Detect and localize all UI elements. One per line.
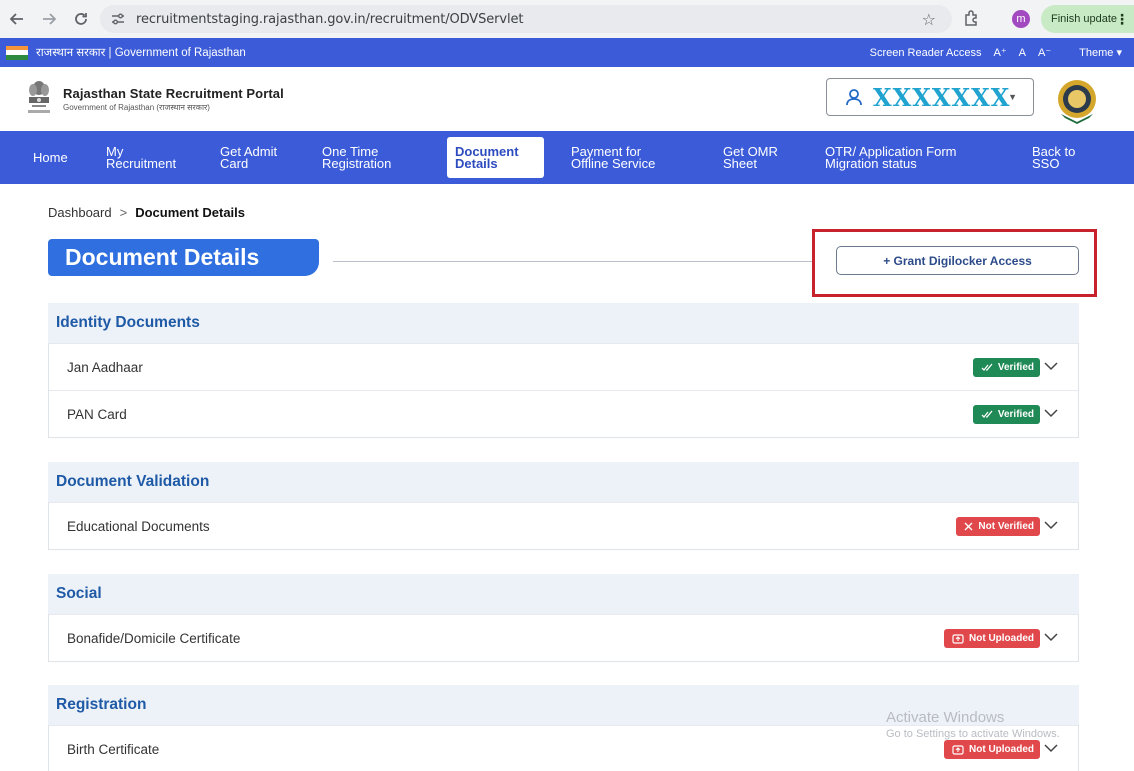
status-badge-verified: Verified (972, 358, 1040, 377)
close-icon (964, 522, 973, 531)
user-icon (846, 89, 862, 106)
national-emblem-icon (28, 81, 50, 113)
document-row-bonafide-domicile[interactable]: Bonafide/Domicile Certificate Not Upload… (49, 614, 1078, 661)
nav-otr-migration-status[interactable]: OTR/ Application Form Migration status (825, 131, 957, 184)
upload-folder-icon (952, 633, 964, 644)
document-row-educational-documents[interactable]: Educational Documents Not Verified (49, 502, 1078, 549)
rajasthan-seal-icon (1058, 80, 1096, 124)
portal-subtitle: Government of Rajasthan (राजस्थान सरकार) (63, 103, 210, 112)
nav-label-line2: Details (455, 155, 498, 171)
browser-toolbar: recruitmentstaging.rajasthan.gov.in/recr… (0, 0, 1134, 38)
chevron-down-icon: ▼ (1008, 92, 1017, 102)
watermark-subtitle: Go to Settings to activate Windows. (886, 728, 1060, 740)
status-label: Not Verified (978, 521, 1034, 532)
url-text: recruitmentstaging.rajasthan.gov.in/recr… (136, 11, 524, 27)
status-label: Not Uploaded (969, 744, 1034, 755)
section-identity-documents: Identity Documents Jan Aadhaar Verified … (48, 303, 1079, 438)
nav-label-line2: Sheet (723, 155, 757, 171)
chevron-down-icon[interactable] (1044, 520, 1058, 530)
nav-payment-offline-service[interactable]: Payment for Offline Service (571, 131, 655, 184)
grant-digilocker-access-button[interactable]: + Grant Digilocker Access (836, 246, 1079, 275)
nav-label-line2: Recruitment (106, 155, 177, 171)
nav-label-line2: Offline Service (571, 155, 656, 171)
status-badge-verified: Verified (972, 405, 1040, 424)
nav-label-line2: Registration (322, 155, 392, 171)
nav-get-admit-card[interactable]: Get Admit Card (220, 131, 277, 184)
screen-reader-link[interactable]: Screen Reader Access (870, 47, 982, 59)
chevron-down-icon[interactable] (1044, 632, 1058, 642)
site-header: Rajasthan State Recruitment Portal Gover… (0, 67, 1134, 131)
portal-title: Rajasthan State Recruitment Portal (63, 86, 284, 101)
activate-windows-watermark: Activate Windows Go to Settings to activ… (886, 709, 1060, 740)
site-settings-icon[interactable] (110, 11, 126, 27)
nav-label-line2: SSO (1032, 155, 1060, 171)
document-name: PAN Card (67, 406, 127, 422)
back-arrow-icon[interactable] (2, 4, 32, 34)
breadcrumb-current: Document Details (135, 205, 246, 220)
nav-label-line2: Card (220, 155, 249, 171)
nav-home-label: Home (33, 149, 68, 165)
font-decrease-button[interactable]: A⁻ (1038, 46, 1051, 59)
nav-get-omr-sheet[interactable]: Get OMR Sheet (723, 131, 778, 184)
document-name: Bonafide/Domicile Certificate (67, 630, 241, 646)
document-name: Educational Documents (67, 518, 210, 534)
breadcrumb-separator: > (119, 205, 128, 220)
font-increase-button[interactable]: A⁺ (994, 46, 1007, 59)
breadcrumb-dashboard-link[interactable]: Dashboard (48, 205, 112, 220)
bookmark-star-icon[interactable]: ☆ (922, 10, 936, 30)
chevron-down-icon[interactable] (1044, 361, 1058, 371)
nav-label-line2: Migration status (825, 155, 917, 171)
status-label: Verified (997, 362, 1034, 373)
title-divider (333, 261, 813, 262)
finish-update-label: Finish update (1051, 13, 1118, 25)
profile-avatar[interactable]: m (1012, 10, 1030, 28)
status-label: Not Uploaded (969, 633, 1034, 644)
nav-one-time-registration[interactable]: One Time Registration (322, 131, 391, 184)
government-strip: राजस्थान सरकार | Government of Rajasthan… (0, 38, 1134, 67)
upload-folder-icon (952, 744, 964, 755)
status-label: Verified (997, 409, 1034, 420)
breadcrumb: Dashboard > Document Details (48, 205, 245, 220)
chevron-down-icon[interactable] (1044, 743, 1058, 753)
status-badge-not-uploaded: Not Uploaded (944, 629, 1040, 648)
extensions-icon[interactable] (962, 8, 982, 28)
government-label: राजस्थान सरकार | Government of Rajasthan (36, 47, 246, 59)
nav-home[interactable]: Home (33, 131, 68, 184)
section-document-validation: Document Validation Educational Document… (48, 462, 1079, 550)
finish-update-button[interactable]: Finish update ⋮ (1041, 5, 1134, 33)
section-title: Document Validation (48, 462, 1079, 502)
india-flag-icon (6, 45, 28, 60)
document-name: Jan Aadhaar (67, 359, 143, 375)
document-name: Birth Certificate (67, 741, 160, 757)
double-check-icon (981, 410, 993, 418)
document-row-pan-card[interactable]: PAN Card Verified (49, 390, 1078, 437)
status-badge-not-verified: Not Verified (956, 517, 1040, 536)
user-name: XXXXXXX (873, 82, 1011, 112)
nav-back-to-sso[interactable]: Back to SSO (1032, 131, 1075, 184)
nav-my-recruitment[interactable]: My Recruitment (106, 131, 176, 184)
status-badge-not-uploaded: Not Uploaded (944, 740, 1040, 759)
user-menu-dropdown[interactable]: XXXXXXX ▼ (826, 78, 1034, 116)
watermark-title: Activate Windows (886, 709, 1005, 726)
section-title: Social (48, 574, 1079, 614)
chevron-down-icon[interactable] (1044, 408, 1058, 418)
main-navigation: Home My Recruitment Get Admit Card One Tim… (0, 131, 1134, 184)
font-normal-button[interactable]: A (1019, 47, 1026, 59)
section-social: Social Bonafide/Domicile Certificate Not… (48, 574, 1079, 662)
document-row-jan-aadhaar[interactable]: Jan Aadhaar Verified (49, 343, 1078, 390)
theme-dropdown[interactable]: Theme ▾ (1079, 46, 1122, 59)
address-bar[interactable]: recruitmentstaging.rajasthan.gov.in/recr… (100, 5, 952, 33)
section-title: Identity Documents (48, 303, 1079, 343)
double-check-icon (981, 363, 993, 371)
forward-arrow-icon[interactable] (34, 4, 64, 34)
reload-icon[interactable] (66, 4, 96, 34)
more-menu-icon[interactable]: ⋮ (1115, 11, 1129, 28)
nav-document-details[interactable]: Document Details (447, 137, 544, 178)
page-title: Document Details (48, 239, 319, 276)
